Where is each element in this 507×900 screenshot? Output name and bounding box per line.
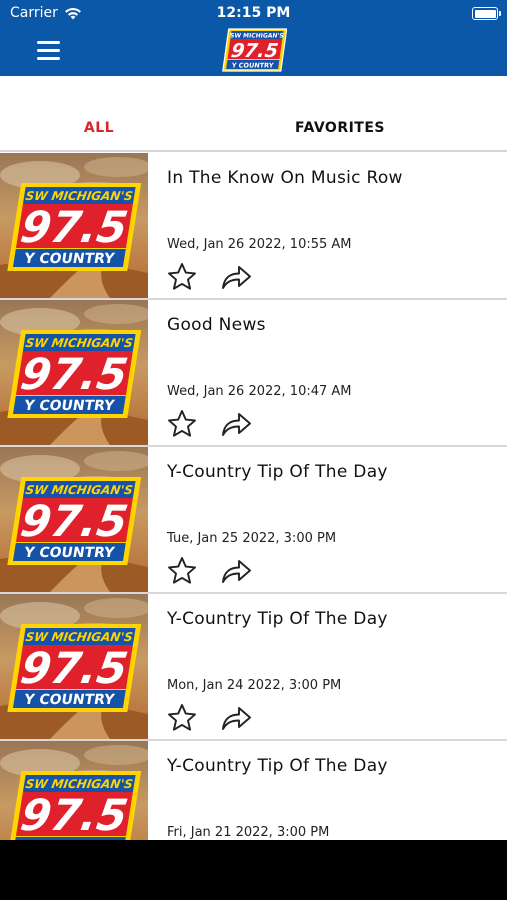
share-arrow-icon[interactable] — [219, 702, 253, 734]
star-outline-icon[interactable] — [166, 555, 198, 587]
star-outline-icon[interactable] — [166, 408, 198, 440]
share-arrow-icon[interactable] — [219, 261, 253, 293]
thumb-top-text: SW MICHIGAN'S — [24, 777, 134, 791]
star-outline-icon[interactable] — [166, 702, 198, 734]
battery-icon — [472, 7, 501, 20]
item-date: Tue, Jan 25 2022, 3:00 PM — [167, 531, 337, 546]
item-title: In The Know On Music Row — [167, 168, 403, 188]
thumb-number: 97.5 — [17, 350, 131, 400]
thumb-bottom-text: Y COUNTRY — [22, 251, 116, 267]
item-thumbnail: SW MICHIGAN'S 97.5 Y COUNTRY — [0, 741, 148, 840]
item-thumbnail: SW MICHIGAN'S 97.5 Y COUNTRY — [0, 594, 148, 739]
item-thumbnail: SW MICHIGAN'S 97.5 Y COUNTRY — [0, 300, 148, 445]
thumb-number: 97.5 — [17, 644, 131, 694]
menu-button[interactable] — [30, 38, 68, 64]
item-date: Fri, Jan 21 2022, 3:00 PM — [167, 825, 330, 840]
tab-all[interactable]: ALL — [0, 120, 198, 136]
thumb-number: 97.5 — [17, 203, 131, 253]
status-time: 12:15 PM — [216, 5, 291, 21]
thumb-bottom-text: Y COUNTRY — [22, 398, 116, 414]
station-logo: SW MICHIGAN'S 97.5 Y COUNTRY — [222, 28, 287, 72]
list-item[interactable]: SW MICHIGAN'S 97.5 Y COUNTRY Y-Country T… — [0, 447, 507, 594]
thumb-number: 97.5 — [17, 791, 131, 840]
thumb-bottom-text: Y COUNTRY — [22, 692, 116, 708]
item-title: Y-Country Tip Of The Day — [167, 756, 388, 776]
thumb-top-text: SW MICHIGAN'S — [24, 336, 134, 350]
item-date: Wed, Jan 26 2022, 10:47 AM — [167, 384, 352, 399]
list-item[interactable]: SW MICHIGAN'S 97.5 Y COUNTRY Y-Country T… — [0, 741, 507, 840]
item-thumbnail: SW MICHIGAN'S 97.5 Y COUNTRY — [0, 447, 148, 592]
share-arrow-icon[interactable] — [219, 555, 253, 587]
list-item[interactable]: SW MICHIGAN'S 97.5 Y COUNTRY Good News W… — [0, 300, 507, 447]
thumb-top-text: SW MICHIGAN'S — [24, 630, 134, 644]
item-title: Y-Country Tip Of The Day — [167, 462, 388, 482]
tab-bar: ALL FAVORITES — [0, 76, 507, 152]
thumb-bottom-text: Y COUNTRY — [22, 545, 116, 561]
star-outline-icon[interactable] — [166, 261, 198, 293]
feed-list: SW MICHIGAN'S 97.5 Y COUNTRY In The Know… — [0, 153, 507, 840]
item-title: Good News — [167, 315, 266, 335]
thumb-top-text: SW MICHIGAN'S — [24, 189, 134, 203]
hamburger-menu-icon — [37, 41, 60, 44]
item-thumbnail: SW MICHIGAN'S 97.5 Y COUNTRY — [0, 153, 148, 298]
item-date: Wed, Jan 26 2022, 10:55 AM — [167, 237, 352, 252]
status-bar: Carrier 12:15 PM — [0, 0, 507, 28]
bottom-black-bar — [0, 840, 507, 900]
list-item[interactable]: SW MICHIGAN'S 97.5 Y COUNTRY Y-Country T… — [0, 594, 507, 741]
item-date: Mon, Jan 24 2022, 3:00 PM — [167, 678, 342, 693]
logo-bottom-text: Y COUNTRY — [230, 62, 274, 70]
app-screen: Carrier 12:15 PM SW MICHIGAN'S 97.5 Y CO… — [0, 0, 507, 840]
app-header: Carrier 12:15 PM SW MICHIGAN'S 97.5 Y CO… — [0, 0, 507, 76]
thumb-top-text: SW MICHIGAN'S — [24, 483, 134, 497]
thumb-number: 97.5 — [17, 497, 131, 547]
list-item[interactable]: SW MICHIGAN'S 97.5 Y COUNTRY In The Know… — [0, 153, 507, 300]
share-arrow-icon[interactable] — [219, 408, 253, 440]
tab-favorites[interactable]: FAVORITES — [240, 120, 440, 136]
item-title: Y-Country Tip Of The Day — [167, 609, 388, 629]
logo-number: 97.5 — [230, 39, 280, 62]
